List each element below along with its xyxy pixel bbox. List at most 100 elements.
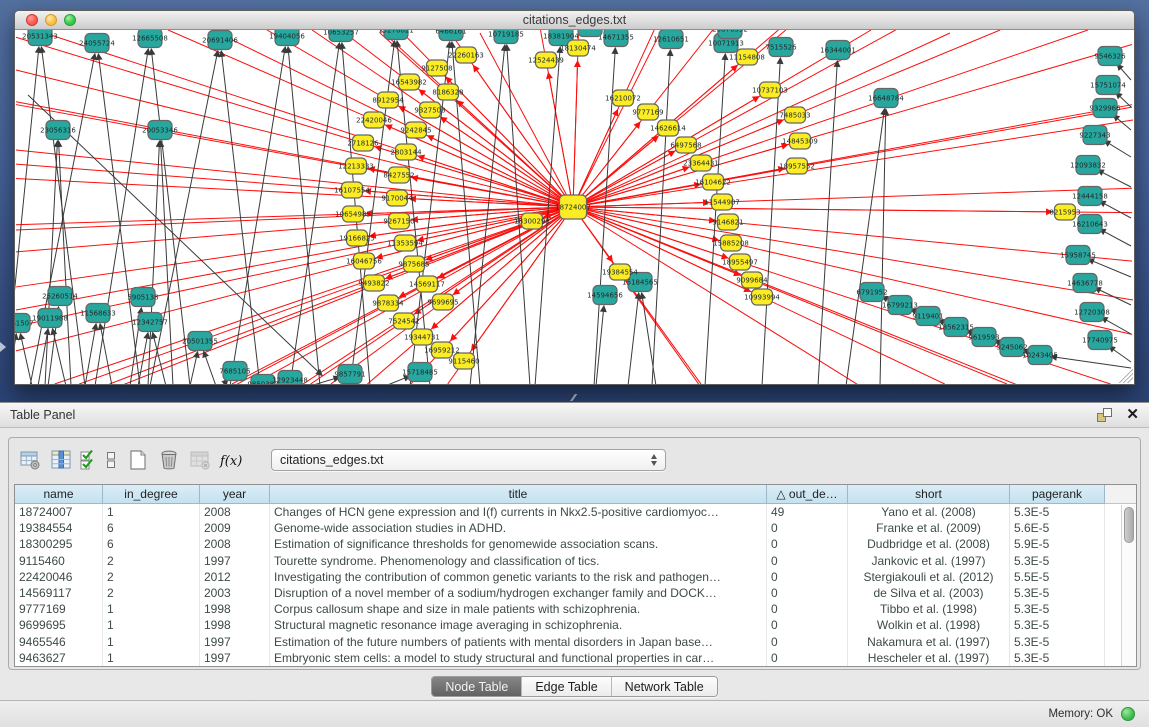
graph-node-label: 6791952	[856, 288, 887, 296]
table-cell: 1	[103, 504, 200, 520]
table-cell: 18724007	[15, 504, 103, 520]
table-row[interactable]: 977716911998Corpus callosum shape and si…	[15, 601, 1136, 617]
citation-network-graph[interactable]: 2053134324055724126655082069140619404056…	[15, 30, 1134, 384]
graph-node-label: 8813054	[574, 30, 606, 31]
dropdown-stepper-icon	[651, 454, 657, 466]
table-row[interactable]: 1872400712008Changes of HCN gene express…	[15, 504, 1136, 520]
graph-node-label: 16959212	[424, 346, 460, 354]
graph-node-label: 10071913	[708, 39, 744, 47]
graph-node-label: 14845309	[782, 137, 818, 145]
citation-edge-black	[204, 351, 216, 384]
traffic-lights	[26, 14, 76, 26]
graph-node-label: 12665508	[132, 34, 168, 42]
table-cell: 2003	[200, 585, 270, 601]
citation-edge-black	[1100, 229, 1131, 246]
panel-collapse-handle[interactable]	[0, 342, 6, 352]
table-cell: 0	[767, 650, 848, 666]
table-cell: 14569117	[15, 585, 103, 601]
graph-node-label: 8912954	[372, 96, 404, 104]
window-resize-grip[interactable]	[1119, 369, 1133, 383]
column-header-name[interactable]: name	[15, 485, 103, 504]
table-cell: 2008	[200, 504, 270, 520]
memory-ok-indicator	[1121, 707, 1135, 721]
network-window: citations_edges.txt 20531343240557241266…	[14, 10, 1135, 385]
close-panel-icon[interactable]: ✕	[1126, 408, 1139, 422]
vertical-scrollbar[interactable]	[1121, 505, 1136, 666]
table-cell: de Silva et al. (2003)	[848, 585, 1010, 601]
graph-node-label: 10653257	[323, 30, 359, 36]
column-header-out_de[interactable]: △ out_de…	[767, 485, 848, 504]
graph-node-label: 7485033	[779, 111, 810, 119]
graph-node-label: 9242845	[400, 126, 431, 134]
import-table-disabled-icon[interactable]	[187, 447, 213, 473]
table-cell: 0	[767, 520, 848, 536]
column-header-in_degree[interactable]: in_degree	[103, 485, 200, 504]
citation-edge-red-arrow	[451, 207, 573, 340]
column-header-title[interactable]: title	[270, 485, 767, 504]
graph-node-label: 9227343	[1079, 131, 1110, 139]
table-row[interactable]: 946554611997Estimation of the future num…	[15, 634, 1136, 650]
column-header-year[interactable]: year	[200, 485, 270, 504]
table-cell: 9699695	[15, 617, 103, 633]
table-cell: 2	[103, 553, 200, 569]
select-check-icon[interactable]	[79, 447, 97, 473]
graph-node-label: 16210643	[1072, 220, 1108, 228]
table-cell: Changes of HCN gene expression and I(f) …	[270, 504, 767, 520]
scrollbar-thumb[interactable]	[1124, 507, 1134, 543]
splitter-grip[interactable]	[568, 394, 580, 401]
minimize-window-icon[interactable]	[45, 14, 57, 26]
graph-node-label: 19166825	[339, 234, 375, 242]
tab-network-table[interactable]: Network Table	[612, 677, 717, 696]
zoom-window-icon[interactable]	[64, 14, 76, 26]
graph-node-label: 20531343	[22, 32, 58, 40]
table-row[interactable]: 1456911722003Disruption of a novel membe…	[15, 585, 1136, 601]
citation-edge-black	[95, 49, 148, 384]
graph-node-label: 9777169	[632, 108, 663, 116]
table-mode-icon[interactable]	[17, 447, 43, 473]
graph-node-label: 20053346	[142, 126, 178, 134]
table-selector-dropdown[interactable]: citations_edges.txt	[271, 449, 666, 471]
graph-node-label: 15276021	[378, 30, 414, 34]
table-row[interactable]: 946362711997Embryonic stem cells: a mode…	[15, 650, 1136, 666]
table-row[interactable]: 911546021997Tourette syndrome. Phenomeno…	[15, 553, 1136, 569]
citation-edge-black	[1109, 346, 1131, 362]
table-cell: 1	[103, 634, 200, 650]
table-cell: 6	[103, 536, 200, 552]
close-window-icon[interactable]	[26, 14, 38, 26]
table-cell: 22420046	[15, 569, 103, 585]
table-row[interactable]: 969969511998Structural magnetic resonanc…	[15, 617, 1136, 633]
graph-node-label: 7515526	[765, 43, 797, 51]
tab-edge-table[interactable]: Edge Table	[522, 677, 611, 696]
table-row[interactable]: 1830029562008Estimation of significance …	[15, 536, 1136, 552]
show-columns-icon[interactable]	[48, 447, 74, 473]
table-toolbar-box: f(x) citations_edges.txt namein_degreeye…	[8, 437, 1141, 670]
column-header-short[interactable]: short	[848, 485, 1010, 504]
table-panel-title: Table Panel	[10, 408, 75, 422]
rows-icon[interactable]	[102, 447, 120, 473]
float-panel-icon[interactable]	[1097, 408, 1112, 422]
table-cell: 5.3E-5	[1010, 585, 1105, 601]
citation-edge-black	[818, 61, 837, 384]
delete-trash-icon[interactable]	[156, 447, 182, 473]
new-column-icon[interactable]	[125, 447, 151, 473]
citation-edge-black	[596, 306, 604, 384]
citation-edge-red-arrow	[573, 61, 578, 207]
table-toolbar: f(x) citations_edges.txt	[9, 438, 1140, 482]
citation-edge-red-arrow	[573, 207, 1052, 212]
network-desktop: citations_edges.txt 20531343240557241266…	[0, 0, 1149, 402]
network-canvas[interactable]: 2053134324055724126655082069140619404056…	[15, 30, 1134, 384]
table-cell: Estimation of the future numbers of pati…	[270, 634, 767, 650]
tab-node-table[interactable]: Node Table	[432, 677, 522, 696]
graph-node-label: 9493822	[358, 279, 389, 287]
function-builder-icon[interactable]: f(x)	[218, 447, 244, 473]
table-row[interactable]: 2242004622012Investigating the contribut…	[15, 569, 1136, 585]
table-cell: 1997	[200, 553, 270, 569]
table-row[interactable]: 1938455462009Genome-wide association stu…	[15, 520, 1136, 536]
graph-node-label: 10737103	[752, 86, 788, 94]
column-header-pagerank[interactable]: pagerank	[1010, 485, 1105, 504]
graph-node-label: 14636778	[1067, 279, 1103, 287]
network-window-titlebar[interactable]: citations_edges.txt	[15, 11, 1134, 30]
graph-node-label: 9115460	[448, 357, 479, 365]
graph-node-label: 9619593	[968, 333, 999, 341]
table-cell: 2012	[200, 569, 270, 585]
